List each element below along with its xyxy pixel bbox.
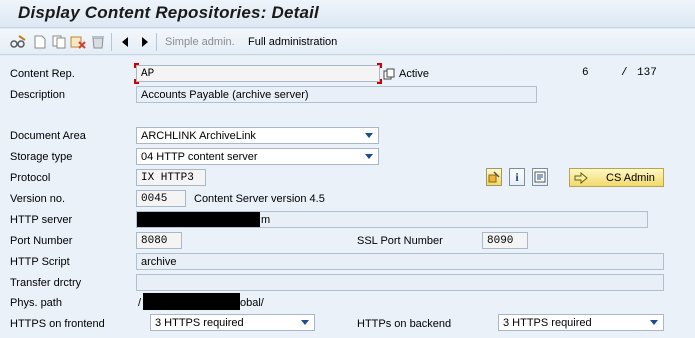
protocol-field[interactable]: IX HTTP3 xyxy=(136,169,206,186)
http-script-label: HTTP Script xyxy=(10,256,70,268)
ssl-port-field[interactable]: 8090 xyxy=(482,232,528,249)
version-description: Content Server version 4.5 xyxy=(194,193,325,205)
full-administration-button[interactable]: Full administration xyxy=(248,36,337,48)
edit-icon[interactable] xyxy=(486,168,502,186)
document-area-label: Document Area xyxy=(10,130,86,142)
toolbar-separator xyxy=(156,33,157,51)
https-frontend-value: 3 HTTPS required xyxy=(155,317,244,329)
toolbar-separator xyxy=(111,33,112,51)
storage-type-label: Storage type xyxy=(10,151,73,163)
previous-icon[interactable] xyxy=(117,34,133,50)
storage-type-value: 04 HTTP content server xyxy=(141,151,258,163)
port-number-field[interactable]: 8080 xyxy=(136,232,182,249)
simple-admin-button[interactable]: Simple admin. xyxy=(165,36,235,48)
cs-admin-button[interactable]: CS Admin xyxy=(569,168,664,187)
required-marker xyxy=(134,79,139,84)
description-label: Description xyxy=(10,89,66,101)
https-backend-dropdown[interactable]: 3 HTTPS required xyxy=(498,314,664,331)
arrow-right-icon xyxy=(574,171,588,184)
http-server-label: HTTP server xyxy=(10,214,73,226)
next-icon[interactable] xyxy=(137,34,153,50)
application-toolbar: Simple admin. Full administration xyxy=(0,29,695,55)
phys-path-label: Phys. path xyxy=(10,297,62,309)
content-rep-label: Content Rep. xyxy=(10,68,75,80)
http-script-field[interactable]: archive xyxy=(136,253,664,270)
version-no-field[interactable]: 0045 xyxy=(136,190,186,207)
https-backend-value: 3 HTTPS required xyxy=(503,317,592,329)
trash-icon[interactable] xyxy=(90,34,106,50)
page-title: Display Content Repositories: Detail xyxy=(18,3,319,22)
http-server-value: m xyxy=(261,214,271,226)
chevron-down-icon xyxy=(365,154,373,159)
transfer-dir-label: Transfer drctry xyxy=(10,277,82,289)
transfer-dir-field[interactable] xyxy=(136,274,664,291)
info-icon[interactable]: i xyxy=(509,168,525,186)
required-marker xyxy=(134,63,139,68)
description-field[interactable]: Accounts Payable (archive server) xyxy=(136,86,537,103)
https-frontend-dropdown[interactable]: 3 HTTPS required xyxy=(150,314,315,331)
display-icon[interactable] xyxy=(532,168,548,186)
copy-icon[interactable] xyxy=(51,34,67,50)
cs-admin-label: CS Admin xyxy=(606,171,655,184)
page-total: 137 xyxy=(637,67,657,79)
chevron-down-icon xyxy=(650,320,658,325)
chevron-down-icon xyxy=(301,320,309,325)
version-no-label: Version no. xyxy=(10,193,66,205)
document-area-dropdown[interactable]: ARCHLINK ArchiveLink xyxy=(136,127,379,144)
http-server-field[interactable]: m xyxy=(136,211,648,228)
document-area-value: ARCHLINK ArchiveLink xyxy=(141,130,256,142)
https-frontend-label: HTTPS on frontend xyxy=(10,318,105,330)
glasses-edit-icon[interactable] xyxy=(10,34,26,50)
title-bar: Display Content Repositories: Detail xyxy=(0,0,695,28)
page-separator: / xyxy=(621,67,628,79)
https-backend-label: HTTPs on backend xyxy=(357,318,452,330)
protocol-label: Protocol xyxy=(10,172,51,184)
status-text: Active xyxy=(399,68,429,80)
delete-table-icon[interactable] xyxy=(70,34,86,50)
copy-small-icon[interactable] xyxy=(381,66,397,82)
detail-form: Content Rep. AP Active 6 / 137 Descripti… xyxy=(0,56,695,338)
content-rep-field[interactable]: AP xyxy=(136,65,380,82)
page-current: 6 xyxy=(582,67,589,79)
phys-path-suffix: obal/ xyxy=(240,297,264,309)
storage-type-dropdown[interactable]: 04 HTTP content server xyxy=(136,148,379,165)
phys-path-prefix: / xyxy=(138,297,142,309)
redacted-block xyxy=(143,293,240,310)
chevron-down-icon xyxy=(365,133,373,138)
new-document-icon[interactable] xyxy=(32,34,48,50)
redacted-block xyxy=(137,212,260,227)
ssl-port-label: SSL Port Number xyxy=(357,235,443,247)
port-number-label: Port Number xyxy=(10,235,73,247)
